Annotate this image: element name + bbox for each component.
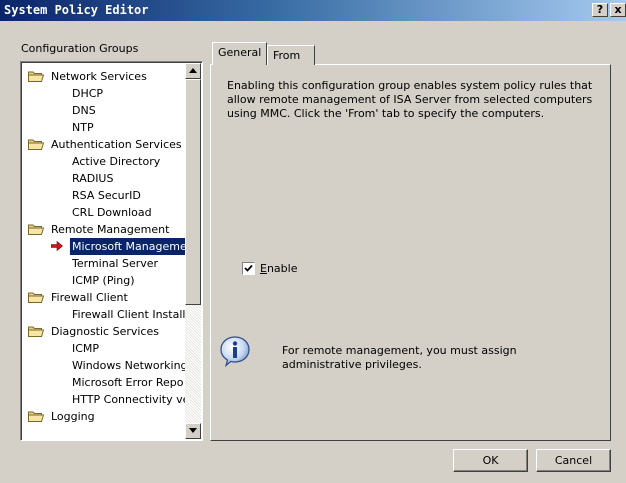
scroll-up-button[interactable] <box>185 63 201 79</box>
tree-item-label: Microsoft Manageme <box>69 238 185 255</box>
configuration-groups-tree[interactable]: Network Services DHCP DNS NTP Authentication… <box>20 61 203 441</box>
help-button[interactable]: ? <box>592 3 608 17</box>
tree-leaf-item[interactable]: HTTP Connectivity ve <box>23 391 185 408</box>
tree-item-label: Remote Management <box>51 223 170 236</box>
tree-group-item[interactable]: Remote Management <box>23 221 185 238</box>
tree-item-label: Firewall Client <box>51 291 128 304</box>
system-policy-editor-window: System Policy Editor ? x Configuration G… <box>0 0 626 483</box>
tree-leaf-item[interactable]: DNS <box>23 102 185 119</box>
tree-item-label: Active Directory <box>72 155 161 168</box>
tree-item-label: CRL Download <box>72 206 152 219</box>
folder-icon <box>28 326 44 337</box>
tree-item-label: DHCP <box>72 87 104 100</box>
folder-icon <box>28 139 44 150</box>
ok-button[interactable]: OK <box>453 449 528 472</box>
tree-item-label: Authentication Services <box>51 138 182 151</box>
red-arrow-icon <box>51 241 63 251</box>
tree-item-label: Logging <box>51 410 95 423</box>
tree-list: Network Services DHCP DNS NTP Authentication… <box>23 68 185 425</box>
tree-leaf-item[interactable]: RADIUS <box>23 170 185 187</box>
info-icon <box>220 336 250 367</box>
tree-group-item[interactable]: Diagnostic Services <box>23 323 185 340</box>
cancel-button[interactable]: Cancel <box>536 449 611 472</box>
tree-leaf-item[interactable]: NTP <box>23 119 185 136</box>
tree-item-label: Diagnostic Services <box>51 325 159 338</box>
tree-item-label: Windows Networking <box>72 359 185 372</box>
scroll-up-arrow-icon <box>189 68 197 73</box>
window-title: System Policy Editor <box>4 3 149 17</box>
title-bar[interactable]: System Policy Editor ? x <box>0 0 626 21</box>
folder-icon <box>28 224 44 235</box>
description-text: Enabling this configuration group enable… <box>227 79 593 120</box>
tree-leaf-item[interactable]: Firewall Client Install <box>23 306 185 323</box>
tree-leaf-item[interactable]: RSA SecurID <box>23 187 185 204</box>
tree-item-label: RADIUS <box>72 172 114 185</box>
info-text: For remote management, you must assign a… <box>282 344 517 371</box>
checkmark-icon <box>244 264 253 272</box>
tree-leaf-item[interactable]: Microsoft Error Repo <box>23 374 185 391</box>
enable-checkbox[interactable] <box>242 262 255 275</box>
tree-leaf-item[interactable]: DHCP <box>23 85 185 102</box>
tree-group-item[interactable]: Firewall Client <box>23 289 185 306</box>
tree-leaf-item[interactable]: CRL Download <box>23 204 185 221</box>
close-button[interactable]: x <box>610 3 626 17</box>
tree-leaf-item[interactable]: Active Directory <box>23 153 185 170</box>
tree-leaf-item[interactable]: Microsoft Manageme <box>23 238 185 255</box>
configuration-groups-label: Configuration Groups <box>21 42 139 55</box>
folder-icon <box>28 292 44 303</box>
tab-from[interactable]: From <box>267 45 315 65</box>
tree-leaf-item[interactable]: ICMP (Ping) <box>23 272 185 289</box>
tree-item-label: Microsoft Error Repo <box>72 376 184 389</box>
folder-icon <box>28 71 44 82</box>
tree-vertical-scrollbar[interactable] <box>185 63 201 439</box>
tree-leaf-item[interactable]: Terminal Server <box>23 255 185 272</box>
general-tab-panel: Enabling this configuration group enable… <box>210 64 611 441</box>
tree-group-item[interactable]: Network Services <box>23 68 185 85</box>
tree-group-item[interactable]: Logging <box>23 408 185 425</box>
tree-leaf-item[interactable]: ICMP <box>23 340 185 357</box>
tree-item-label: HTTP Connectivity ve <box>72 393 185 406</box>
tree-item-label: DNS <box>72 104 96 117</box>
tree-item-label: ICMP <box>72 342 100 355</box>
enable-checkbox-label: Enable <box>260 262 298 275</box>
tab-general[interactable]: General <box>212 42 267 65</box>
tree-leaf-item[interactable]: Windows Networking <box>23 357 185 374</box>
tree-item-label: Terminal Server <box>72 257 159 270</box>
tree-group-item[interactable]: Authentication Services <box>23 136 185 153</box>
tree-item-label: ICMP (Ping) <box>72 274 135 287</box>
tree-item-label: NTP <box>72 121 94 134</box>
scroll-thumb[interactable] <box>185 79 201 305</box>
tree-item-label: Firewall Client Install <box>72 308 185 321</box>
tree-item-label: RSA SecurID <box>72 189 141 202</box>
tree-item-label: Network Services <box>51 70 147 83</box>
scroll-down-arrow-icon <box>189 428 197 433</box>
folder-icon <box>28 411 44 422</box>
scroll-down-button[interactable] <box>185 423 201 439</box>
